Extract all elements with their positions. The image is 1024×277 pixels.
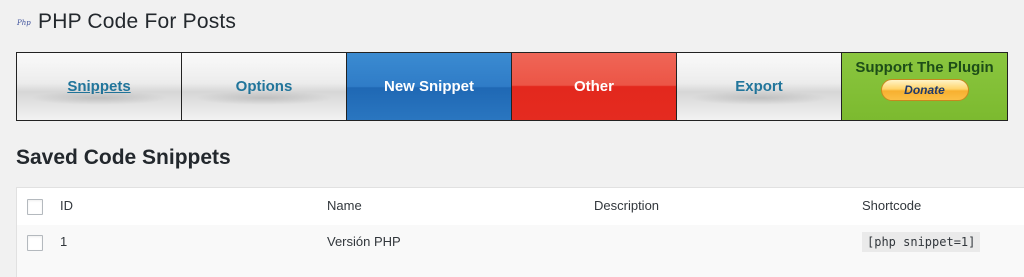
column-header-description[interactable]: Description: [594, 188, 659, 224]
plugin-nav-bar: Snippets Options New Snippet Other Expor…: [16, 52, 1008, 121]
support-plugin-label: Support The Plugin: [855, 59, 994, 76]
new-snippet-tab-label: New Snippet: [383, 78, 474, 95]
options-tab-button[interactable]: Options: [182, 53, 347, 120]
other-tab-button[interactable]: Other: [512, 53, 677, 120]
options-tab-label: Options: [235, 78, 293, 95]
donate-button[interactable]: Donate: [880, 79, 969, 101]
support-plugin-panel: Support The Plugin Donate: [842, 53, 1007, 120]
column-header-shortcode[interactable]: Shortcode: [862, 188, 921, 224]
select-all-checkbox[interactable]: [27, 199, 43, 215]
svg-text:Php: Php: [16, 19, 31, 27]
page: Php PHP Code For Posts Snippets Options …: [0, 0, 1024, 277]
column-header-name[interactable]: Name: [327, 188, 362, 224]
table-row: 1 Versión PHP [php snippet=1]: [17, 225, 1024, 277]
snippets-tab-button[interactable]: Snippets: [17, 53, 182, 120]
other-tab-label: Other: [573, 78, 614, 95]
export-tab-button[interactable]: Export: [677, 53, 842, 120]
snippet-shortcode: [php snippet=1]: [862, 232, 981, 252]
snippet-shortcode-cell: [php snippet=1]: [862, 225, 981, 261]
export-tab-label: Export: [735, 78, 783, 95]
page-header: Php PHP Code For Posts: [16, 8, 236, 36]
snippets-tab-label: Snippets: [67, 78, 131, 95]
php-logo-icon: Php: [16, 14, 33, 31]
table-header-row: ID Name Description Shortcode: [17, 188, 1024, 226]
snippet-name-link[interactable]: Versión PHP: [327, 225, 401, 261]
column-header-id[interactable]: ID: [60, 188, 73, 224]
new-snippet-tab-button[interactable]: New Snippet: [347, 53, 512, 120]
page-title: PHP Code For Posts: [38, 10, 237, 33]
row-select-checkbox[interactable]: [27, 235, 43, 251]
donate-label: Donate: [904, 83, 945, 97]
snippets-table: ID Name Description Shortcode 1 Versión …: [16, 187, 1024, 277]
section-title: Saved Code Snippets: [16, 146, 231, 169]
snippet-id: 1: [60, 234, 68, 249]
